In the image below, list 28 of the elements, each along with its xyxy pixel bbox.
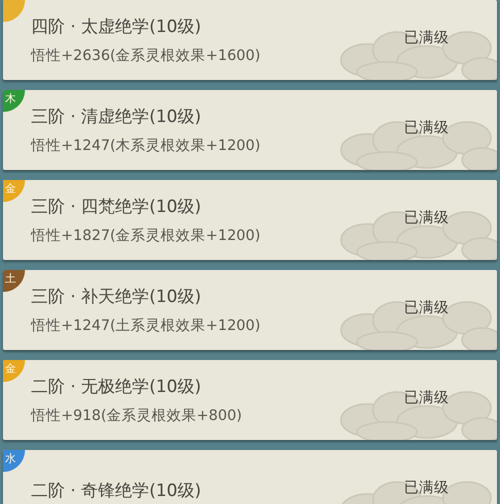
- level-status: 已满级: [404, 208, 449, 226]
- skill-card[interactable]: 水 二阶 · 奇锋绝学(10级) 已满级: [3, 450, 497, 504]
- skill-card[interactable]: 木 三阶 · 清虚绝学(10级) 悟性+1247(木系灵根效果+1200) 已满级: [3, 90, 497, 170]
- skill-title: 二阶 · 无极绝学(10级): [31, 376, 202, 398]
- element-badge: 土: [3, 270, 25, 292]
- level-status: 已满级: [404, 388, 449, 406]
- skill-card[interactable]: 金 三阶 · 四梵绝学(10级) 悟性+1827(金系灵根效果+1200) 已满级: [3, 180, 497, 260]
- element-badge: 水: [3, 450, 25, 472]
- level-status: 已满级: [404, 478, 449, 496]
- level-status: 已满级: [404, 118, 449, 136]
- skill-card[interactable]: 金 二阶 · 无极绝学(10级) 悟性+918(金系灵根效果+800) 已满级: [3, 360, 497, 440]
- element-badge: 金: [3, 180, 25, 202]
- skill-effect: 悟性+1247(木系灵根效果+1200): [31, 137, 262, 155]
- skill-effect: 悟性+918(金系灵根效果+800): [31, 407, 243, 425]
- skill-title: 三阶 · 清虚绝学(10级): [31, 106, 202, 128]
- skill-title: 二阶 · 奇锋绝学(10级): [31, 480, 202, 502]
- skill-effect: 悟性+2636(金系灵根效果+1600): [31, 47, 262, 65]
- skill-title: 四阶 · 太虚绝学(10级): [31, 16, 202, 38]
- skill-title: 三阶 · 补天绝学(10级): [31, 286, 202, 308]
- element-badge: 金: [3, 360, 25, 382]
- skill-effect: 悟性+1247(土系灵根效果+1200): [31, 317, 262, 335]
- skill-card[interactable]: 土 三阶 · 补天绝学(10级) 悟性+1247(土系灵根效果+1200) 已满级: [3, 270, 497, 350]
- skill-effect: 悟性+1827(金系灵根效果+1200): [31, 227, 262, 245]
- level-status: 已满级: [404, 298, 449, 316]
- skill-card[interactable]: 四阶 · 太虚绝学(10级) 悟性+2636(金系灵根效果+1600) 已满级: [3, 0, 497, 80]
- level-status: 已满级: [404, 28, 449, 46]
- skill-title: 三阶 · 四梵绝学(10级): [31, 196, 202, 218]
- element-badge: 木: [3, 90, 25, 112]
